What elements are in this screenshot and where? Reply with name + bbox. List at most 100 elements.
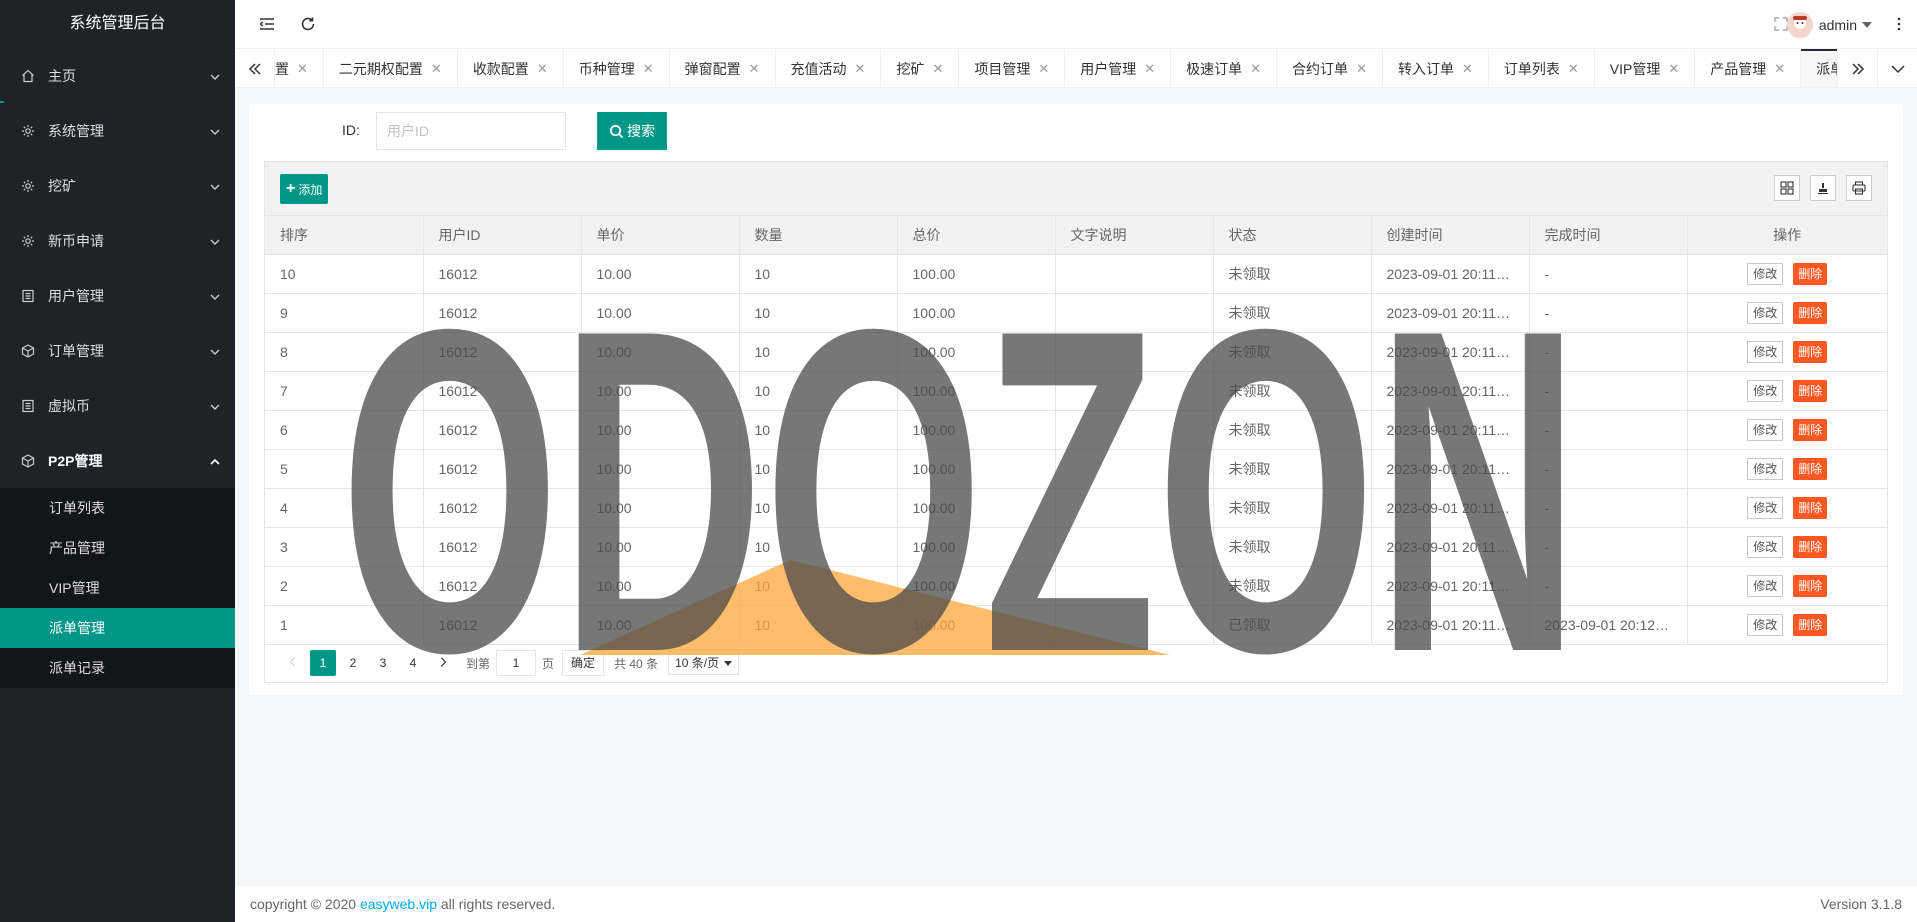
edit-button[interactable]: 修改 xyxy=(1747,379,1784,402)
close-icon[interactable]: ✕ xyxy=(1356,61,1367,77)
easyweb-link[interactable]: easyweb.vip xyxy=(360,896,437,912)
close-icon[interactable]: ✕ xyxy=(643,61,654,77)
tab-14[interactable]: 产品管理 ✕ xyxy=(1695,49,1802,87)
delete-button[interactable]: 删除 xyxy=(1793,262,1828,285)
delete-button[interactable]: 删除 xyxy=(1793,613,1828,636)
tab-8[interactable]: 用户管理 ✕ xyxy=(1065,49,1172,87)
sidebar-item-7[interactable]: P2P管理 xyxy=(0,433,235,488)
export-button[interactable] xyxy=(1810,175,1836,201)
page-button[interactable]: 2 xyxy=(340,650,366,676)
edit-button[interactable]: 修改 xyxy=(1747,535,1784,558)
tab-12[interactable]: 订单列表 ✕ xyxy=(1489,49,1595,87)
delete-button[interactable]: 删除 xyxy=(1793,340,1828,363)
close-icon[interactable]: ✕ xyxy=(537,61,548,77)
tab-6[interactable]: 挖矿 ✕ xyxy=(881,49,960,87)
tab-2[interactable]: 收款配置 ✕ xyxy=(458,49,564,87)
next-page-button[interactable] xyxy=(430,650,456,676)
table-cell: - xyxy=(1529,527,1688,567)
table-cell: 10.00 xyxy=(581,488,740,528)
tab-1[interactable]: 二元期权配置 ✕ xyxy=(324,49,458,87)
close-icon[interactable]: ✕ xyxy=(1038,61,1049,77)
close-icon[interactable]: ✕ xyxy=(1144,61,1155,77)
close-icon[interactable]: ✕ xyxy=(1668,61,1679,77)
more-button[interactable] xyxy=(1887,12,1911,36)
tab-4[interactable]: 弹窗配置 ✕ xyxy=(670,49,776,87)
add-button[interactable]: + 添加 xyxy=(280,174,329,204)
copyright: copyright © 2020 easyweb.vip all rights … xyxy=(250,896,556,912)
table-row: 1 16012 10.00 10 100.00 已领取 2023-09-01 20:11:2… xyxy=(265,605,1887,645)
delete-button[interactable]: 删除 xyxy=(1793,535,1828,558)
sidebar-item-3[interactable]: 新币申请 xyxy=(0,213,235,268)
tab-5[interactable]: 充值活动 ✕ xyxy=(776,49,882,87)
table-cell: - xyxy=(1529,371,1688,411)
tab-9[interactable]: 极速订单 ✕ xyxy=(1171,49,1278,87)
collapse-menu-button[interactable] xyxy=(255,12,279,36)
tab-scroll-left-button[interactable] xyxy=(235,49,275,87)
page-button[interactable]: 4 xyxy=(400,650,426,676)
delete-button[interactable]: 删除 xyxy=(1793,379,1828,402)
goto-page-input[interactable] xyxy=(496,650,537,676)
chevron-left-icon xyxy=(289,657,296,667)
delete-button[interactable]: 删除 xyxy=(1793,496,1828,519)
page-size-select[interactable]: 10 条/页 xyxy=(668,651,740,675)
print-button[interactable] xyxy=(1846,175,1872,201)
edit-button[interactable]: 修改 xyxy=(1747,340,1784,363)
edit-button[interactable]: 修改 xyxy=(1747,496,1784,519)
edit-button[interactable]: 修改 xyxy=(1747,301,1784,324)
tab-0[interactable]: 置 ✕ xyxy=(275,49,324,87)
close-icon[interactable]: ✕ xyxy=(932,61,943,77)
close-icon[interactable]: ✕ xyxy=(855,61,866,77)
tab-11[interactable]: 转入订单 ✕ xyxy=(1383,49,1489,87)
goto-confirm-button[interactable]: 确定 xyxy=(562,650,605,676)
submenu-item-3[interactable]: 派单管理 xyxy=(0,608,235,648)
close-icon[interactable]: ✕ xyxy=(1774,61,1785,77)
close-icon[interactable]: ✕ xyxy=(1568,61,1579,77)
sidebar-item-0[interactable]: 主页 xyxy=(0,48,235,103)
sidebar-item-1[interactable]: 系统管理 xyxy=(0,103,235,158)
close-icon[interactable]: ✕ xyxy=(1462,61,1473,77)
submenu-item-1[interactable]: 产品管理 xyxy=(0,528,235,568)
actions-cell: 修改 删除 xyxy=(1687,332,1887,372)
user-menu[interactable]: admin xyxy=(1786,12,1872,38)
table-cell: 10.00 xyxy=(581,254,740,294)
close-icon[interactable]: ✕ xyxy=(1250,61,1261,77)
tab-menu-button[interactable] xyxy=(1877,49,1917,87)
tab-scroll-right-button[interactable] xyxy=(1837,49,1877,87)
sidebar-item-2[interactable]: 挖矿 xyxy=(0,158,235,213)
edit-button[interactable]: 修改 xyxy=(1747,457,1784,480)
edit-button[interactable]: 修改 xyxy=(1747,613,1784,636)
submenu-item-4[interactable]: 派单记录 xyxy=(0,648,235,688)
refresh-button[interactable] xyxy=(296,12,320,36)
table-cell: 6 xyxy=(265,410,424,450)
submenu-item-2[interactable]: VIP管理 xyxy=(0,568,235,608)
page-button[interactable]: 3 xyxy=(370,650,396,676)
user-id-input[interactable] xyxy=(376,112,566,150)
delete-button[interactable]: 删除 xyxy=(1793,301,1828,324)
delete-button[interactable]: 删除 xyxy=(1793,574,1828,597)
chevron-down-icon xyxy=(210,404,220,410)
close-icon[interactable]: ✕ xyxy=(749,61,760,77)
page-button[interactable]: 1 xyxy=(310,650,336,676)
prev-page-button[interactable] xyxy=(280,650,306,676)
more-vertical-icon xyxy=(1897,17,1901,31)
table-cell xyxy=(1055,254,1214,294)
sidebar-item-4[interactable]: 用户管理 xyxy=(0,268,235,323)
tab-10[interactable]: 合约订单 ✕ xyxy=(1277,49,1383,87)
sidebar-item-6[interactable]: 虚拟币 xyxy=(0,378,235,433)
tab-3[interactable]: 币种管理 ✕ xyxy=(564,49,670,87)
edit-button[interactable]: 修改 xyxy=(1747,418,1784,441)
delete-button[interactable]: 删除 xyxy=(1793,457,1828,480)
edit-button[interactable]: 修改 xyxy=(1747,262,1784,285)
tab-7[interactable]: 项目管理 ✕ xyxy=(959,49,1066,87)
delete-button[interactable]: 删除 xyxy=(1793,418,1828,441)
search-button[interactable]: 搜索 xyxy=(597,112,667,150)
column-header: 排序 xyxy=(265,216,424,255)
sidebar-item-5[interactable]: 订单管理 xyxy=(0,323,235,378)
close-icon[interactable]: ✕ xyxy=(297,61,308,77)
submenu-item-0[interactable]: 订单列表 xyxy=(0,488,235,528)
columns-filter-button[interactable] xyxy=(1774,175,1800,201)
tab-13[interactable]: VIP管理 ✕ xyxy=(1595,49,1696,87)
edit-button[interactable]: 修改 xyxy=(1747,574,1784,597)
pagination: 1234 到第 页 确定 共 40 条 10 条/页 xyxy=(280,650,740,676)
close-icon[interactable]: ✕ xyxy=(431,61,442,77)
